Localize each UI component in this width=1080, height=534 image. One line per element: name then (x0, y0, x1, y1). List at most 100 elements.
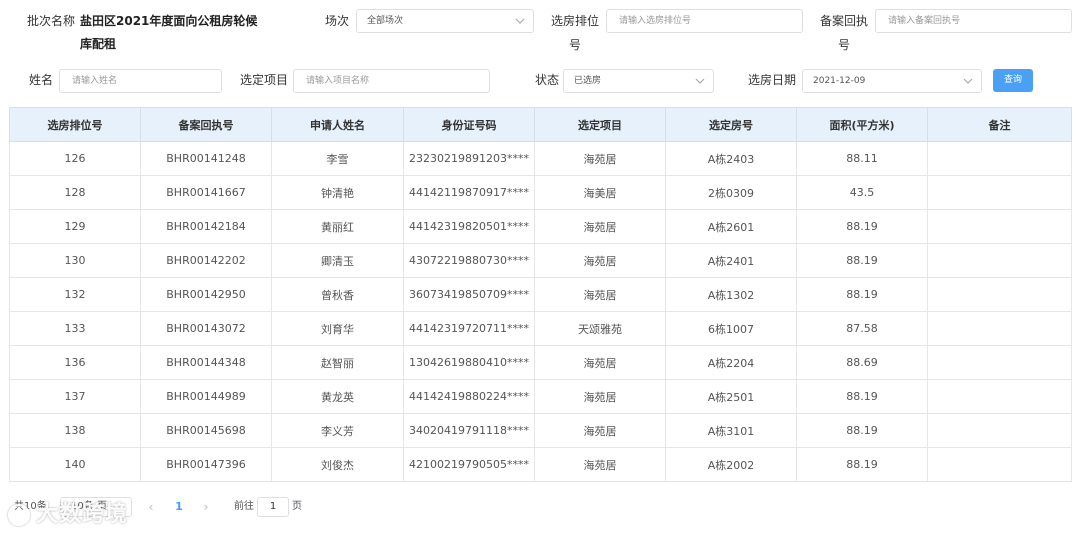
table-cell: A栋2401 (665, 243, 797, 278)
session-label: 场次 (325, 14, 350, 28)
table-cell: 黄龙英 (271, 379, 404, 414)
table-cell: BHR00144989 (140, 379, 272, 414)
date-label: 选房日期 (748, 73, 797, 87)
table-cell: 44142419880224**** (403, 379, 535, 414)
chevron-down-icon (515, 18, 525, 24)
column-header: 选定房号 (665, 107, 797, 142)
goto-page-input[interactable]: 1 (257, 497, 289, 517)
receipt-input[interactable]: 请输入备案回执号 (875, 9, 1072, 33)
table-cell: 2栋0309 (665, 175, 797, 210)
table-cell: 李雪 (271, 141, 404, 176)
table-cell: BHR00142184 (140, 209, 272, 244)
table-cell: BHR00142202 (140, 243, 272, 278)
table-cell: 88.11 (796, 141, 928, 176)
table-cell: 43072219880730**** (403, 243, 535, 278)
table-cell: 黄丽红 (271, 209, 404, 244)
table-cell: 88.19 (796, 277, 928, 312)
table-row: 130 BHR00142202 卿清玉 43072219880730**** 海苑居 A栋… (9, 243, 1072, 278)
name-label: 姓名 (29, 73, 54, 87)
column-header: 面积(平方米) (796, 107, 928, 142)
table-cell (927, 141, 1072, 176)
table-cell: 34020419791118**** (403, 413, 535, 448)
prev-page-icon[interactable]: ‹ (145, 497, 157, 517)
column-header: 申请人姓名 (271, 107, 404, 142)
table-cell: 天颂雅苑 (534, 311, 666, 346)
table-cell: 曾秋香 (271, 277, 404, 312)
column-header: 备注 (927, 107, 1072, 142)
query-button[interactable]: 查询 (993, 69, 1033, 92)
table-cell: 13042619880410**** (403, 345, 535, 380)
table-cell: 海苑居 (534, 209, 666, 244)
table-cell: 23230219891203**** (403, 141, 535, 176)
table-cell: A栋2403 (665, 141, 797, 176)
column-header: 身份证号码 (403, 107, 535, 142)
next-page-icon[interactable]: › (200, 497, 212, 517)
table-row: 132 BHR00142950 曾秋香 36073419850709**** 海苑居 A栋… (9, 277, 1072, 312)
table-cell: 43.5 (796, 175, 928, 210)
date-select[interactable]: 2021-12-09 (802, 69, 982, 93)
session-select-value: 全部场次 (367, 16, 404, 26)
table-header-row: 选房排位号 备案回执号 申请人姓名 身份证号码 选定项目 选定房号 面积(平方米… (9, 107, 1072, 142)
table-cell: 42100219790505**** (403, 447, 535, 482)
chevron-down-icon (695, 78, 705, 84)
table-cell (927, 243, 1072, 278)
table-cell: BHR00143072 (140, 311, 272, 346)
table-cell: 140 (9, 447, 141, 482)
table-cell: 87.58 (796, 311, 928, 346)
table-cell: 海苑居 (534, 413, 666, 448)
chevron-down-icon (963, 78, 973, 84)
table-row: 140 BHR00147396 刘俊杰 42100219790505**** 海苑居 A栋… (9, 447, 1072, 482)
batch-value: 盐田区2021年度面向公租房轮候库配租 (80, 14, 258, 51)
table-cell: 刘育华 (271, 311, 404, 346)
rank-input[interactable]: 请输入选房排位号 (606, 9, 803, 33)
table-row: 129 BHR00142184 黄丽红 44142319820501**** 海苑居 A栋… (9, 209, 1072, 244)
table-cell (927, 175, 1072, 210)
project-label: 选定项目 (240, 73, 289, 87)
status-select-value: 已选房 (574, 76, 602, 86)
table-row: 137 BHR00144989 黄龙英 44142419880224**** 海苑居 A栋… (9, 379, 1072, 414)
table-cell (927, 311, 1072, 346)
table-cell: 李义芳 (271, 413, 404, 448)
table-cell (927, 379, 1072, 414)
table-cell: 海苑居 (534, 243, 666, 278)
table-cell: 132 (9, 277, 141, 312)
table-cell: 36073419850709**** (403, 277, 535, 312)
table-row: 136 BHR00144348 赵智丽 13042619880410**** 海苑居 A栋… (9, 345, 1072, 380)
results-table: 选房排位号 备案回执号 申请人姓名 身份证号码 选定项目 选定房号 面积(平方米… (9, 107, 1072, 482)
batch-label: 批次名称 (27, 14, 76, 28)
table-cell: A栋2204 (665, 345, 797, 380)
table-cell: 88.19 (796, 243, 928, 278)
table-cell: A栋3101 (665, 413, 797, 448)
project-input[interactable]: 请输入项目名称 (293, 69, 490, 93)
table-cell: 6栋1007 (665, 311, 797, 346)
table-cell: 44142319820501**** (403, 209, 535, 244)
table-cell: 138 (9, 413, 141, 448)
goto-label: 前往 (234, 501, 254, 512)
table-cell (927, 447, 1072, 482)
session-select[interactable]: 全部场次 (356, 9, 534, 33)
table-cell: 海苑居 (534, 379, 666, 414)
table-cell (927, 277, 1072, 312)
table-cell: A栋2501 (665, 379, 797, 414)
table-cell: BHR00141248 (140, 141, 272, 176)
table-cell: 海苑居 (534, 141, 666, 176)
table-cell: 88.69 (796, 345, 928, 380)
table-cell: 海美居 (534, 175, 666, 210)
name-input[interactable]: 请输入姓名 (59, 69, 222, 93)
date-select-value: 2021-12-09 (813, 76, 866, 86)
page-suffix: 页 (292, 501, 302, 512)
table-cell (927, 209, 1072, 244)
column-header: 选定项目 (534, 107, 666, 142)
table-cell: 129 (9, 209, 141, 244)
table-row: 128 BHR00141667 钟清艳 44142119870917**** 海美居 2栋… (9, 175, 1072, 210)
table-cell: 刘俊杰 (271, 447, 404, 482)
table-cell (927, 413, 1072, 448)
status-select[interactable]: 已选房 (563, 69, 714, 93)
current-page[interactable]: 1 (172, 497, 186, 517)
table-cell: 海苑居 (534, 447, 666, 482)
rank-label: 选房排位号 (550, 14, 599, 52)
table-cell: 海苑居 (534, 345, 666, 380)
table-cell: 137 (9, 379, 141, 414)
table-row: 138 BHR00145698 李义芳 34020419791118**** 海苑居 A栋… (9, 413, 1072, 448)
table-cell: 128 (9, 175, 141, 210)
